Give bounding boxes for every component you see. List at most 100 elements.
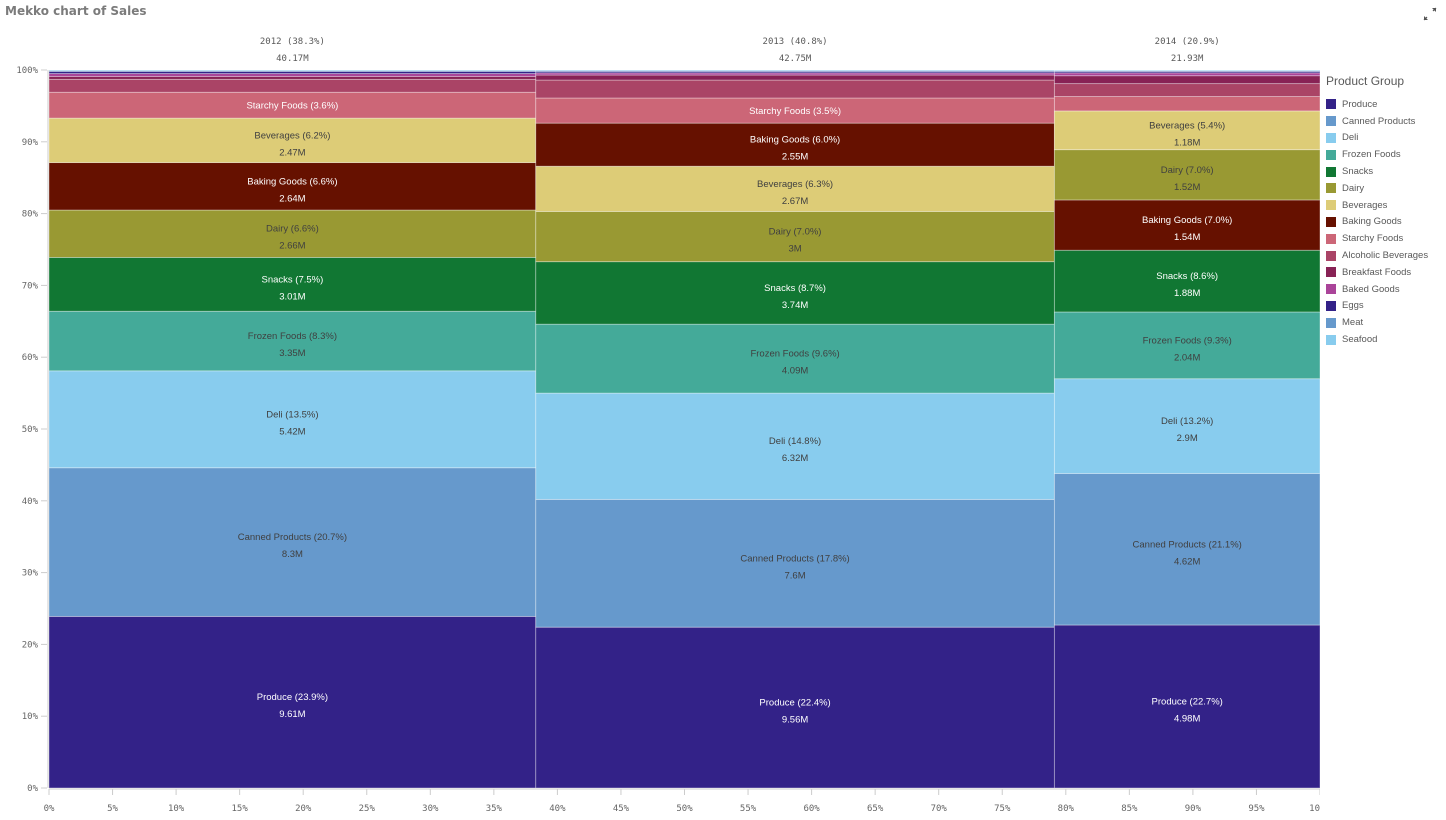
legend-label: Dairy: [1342, 182, 1365, 194]
legend-item[interactable]: Canned Products: [1326, 113, 1444, 130]
x-tick-label: 5%: [107, 804, 118, 814]
segment-seafood[interactable]: [48, 69, 537, 72]
legend-swatch: [1326, 183, 1336, 194]
y-tick-label: 70%: [22, 281, 39, 291]
segment-label: Deli (14.8%): [769, 436, 821, 447]
segment-value: 1.18M: [1174, 137, 1200, 148]
legend-swatch: [1326, 334, 1336, 345]
segment-label: Frozen Foods (9.3%): [1143, 335, 1232, 346]
segment-value: 2.66M: [279, 241, 305, 252]
segment-label: Beverages (6.3%): [757, 179, 833, 190]
column-header-label: 2014 (20.9%): [1155, 37, 1220, 47]
legend-label: Produce: [1342, 98, 1378, 110]
legend-item[interactable]: Beverages: [1326, 197, 1444, 214]
x-tick-label: 30%: [422, 804, 439, 814]
segment-label: Canned Products (17.8%): [740, 553, 849, 564]
segment-value: 4.09M: [782, 366, 808, 377]
legend-item[interactable]: Dairy: [1326, 180, 1444, 197]
legend-swatch: [1326, 116, 1336, 127]
segment-label: Deli (13.2%): [1161, 416, 1213, 427]
x-tick-label: 100%: [1309, 804, 1320, 814]
legend-label: Baked Goods: [1342, 283, 1400, 295]
column-total-label: 42.75M: [779, 54, 812, 64]
x-tick-label: 50%: [676, 804, 693, 814]
segment-label: Dairy (6.6%): [266, 224, 319, 235]
y-tick-label: 20%: [22, 640, 39, 650]
legend-swatch: [1326, 250, 1336, 261]
legend-item[interactable]: Baked Goods: [1326, 281, 1444, 298]
legend-swatch: [1326, 166, 1336, 177]
legend-swatch: [1326, 317, 1336, 328]
column-header-label: 2013 (40.8%): [763, 37, 828, 47]
legend-label: Beverages: [1342, 199, 1388, 211]
legend-swatch: [1326, 200, 1336, 211]
legend-item[interactable]: Breakfast Foods: [1326, 264, 1444, 281]
legend-swatch: [1326, 216, 1336, 227]
segment-seafood[interactable]: [1053, 69, 1320, 72]
segment-breakfast-foods[interactable]: [535, 74, 1055, 81]
segment-label: Produce (22.4%): [759, 698, 830, 709]
segment-label: Starchy Foods (3.6%): [246, 101, 338, 112]
y-tick-label: 30%: [22, 569, 39, 579]
segment-label: Dairy (7.0%): [769, 227, 822, 238]
segment-label: Produce (23.9%): [257, 692, 328, 703]
segment-baked-goods[interactable]: [1053, 72, 1320, 77]
segment-starchy-foods[interactable]: [1053, 96, 1320, 112]
x-tick-label: 95%: [1248, 804, 1265, 814]
legend-item[interactable]: Deli: [1326, 130, 1444, 147]
legend-item[interactable]: Starchy Foods: [1326, 230, 1444, 247]
legend-label: Seafood: [1342, 334, 1378, 346]
legend-label: Frozen Foods: [1342, 149, 1401, 161]
column-header-label: 2012 (38.3%): [260, 37, 325, 47]
segment-value: 3.01M: [279, 291, 305, 302]
legend-swatch: [1326, 300, 1336, 311]
segment-breakfast-foods[interactable]: [1053, 75, 1320, 85]
y-tick-label: 0%: [27, 784, 38, 794]
segment-seafood[interactable]: [535, 69, 1055, 72]
column-total-label: 40.17M: [276, 54, 309, 64]
legend-label: Meat: [1342, 317, 1364, 329]
legend: Product Group Produce Canned Products Deli…: [1326, 74, 1444, 348]
legend-item[interactable]: Produce: [1326, 96, 1444, 113]
legend-item[interactable]: Snacks: [1326, 163, 1444, 180]
legend-label: Eggs: [1342, 300, 1364, 312]
segment-baked-goods[interactable]: [48, 73, 537, 77]
y-tick-label: 10%: [22, 712, 39, 722]
segment-value: 2.67M: [782, 196, 808, 207]
legend-swatch: [1326, 284, 1336, 295]
segment-alcoholic-beverages[interactable]: [1053, 83, 1320, 97]
segment-label: Snacks (8.6%): [1156, 271, 1218, 282]
segment-value: 2.47M: [279, 147, 305, 158]
segment-value: 2.64M: [279, 193, 305, 204]
segment-value: 3M: [788, 244, 801, 255]
segment-value: 9.61M: [279, 709, 305, 720]
legend-swatch: [1326, 149, 1336, 160]
segment-value: 4.62M: [1174, 556, 1200, 567]
legend-item[interactable]: Meat: [1326, 314, 1444, 331]
legend-label: Breakfast Foods: [1342, 266, 1412, 278]
legend-label: Canned Products: [1342, 115, 1416, 127]
segment-label: Baking Goods (6.0%): [750, 135, 840, 146]
legend-label: Snacks: [1342, 166, 1374, 178]
y-tick-label: 90%: [22, 138, 39, 148]
segment-value: 2.04M: [1174, 352, 1200, 363]
segment-alcoholic-beverages[interactable]: [535, 79, 1055, 99]
x-tick-label: 60%: [803, 804, 820, 814]
segment-breakfast-foods[interactable]: [48, 76, 537, 80]
legend-item[interactable]: Seafood: [1326, 331, 1444, 348]
segment-value: 9.56M: [782, 715, 808, 726]
legend-item[interactable]: Alcoholic Beverages: [1326, 247, 1444, 264]
legend-item[interactable]: Frozen Foods: [1326, 146, 1444, 163]
legend-item[interactable]: Baking Goods: [1326, 214, 1444, 231]
expand-arrows-icon[interactable]: [1423, 6, 1437, 21]
legend-item[interactable]: Eggs: [1326, 298, 1444, 315]
legend-swatch: [1326, 99, 1336, 110]
legend-label: Alcoholic Beverages: [1342, 250, 1429, 262]
legend-swatch: [1326, 233, 1336, 244]
segment-value: 6.32M: [782, 453, 808, 464]
x-tick-label: 0%: [44, 804, 55, 814]
segment-label: Dairy (7.0%): [1161, 165, 1214, 176]
legend-label: Baking Goods: [1342, 216, 1402, 228]
segment-label: Baking Goods (7.0%): [1142, 215, 1232, 226]
segment-alcoholic-beverages[interactable]: [48, 78, 537, 93]
